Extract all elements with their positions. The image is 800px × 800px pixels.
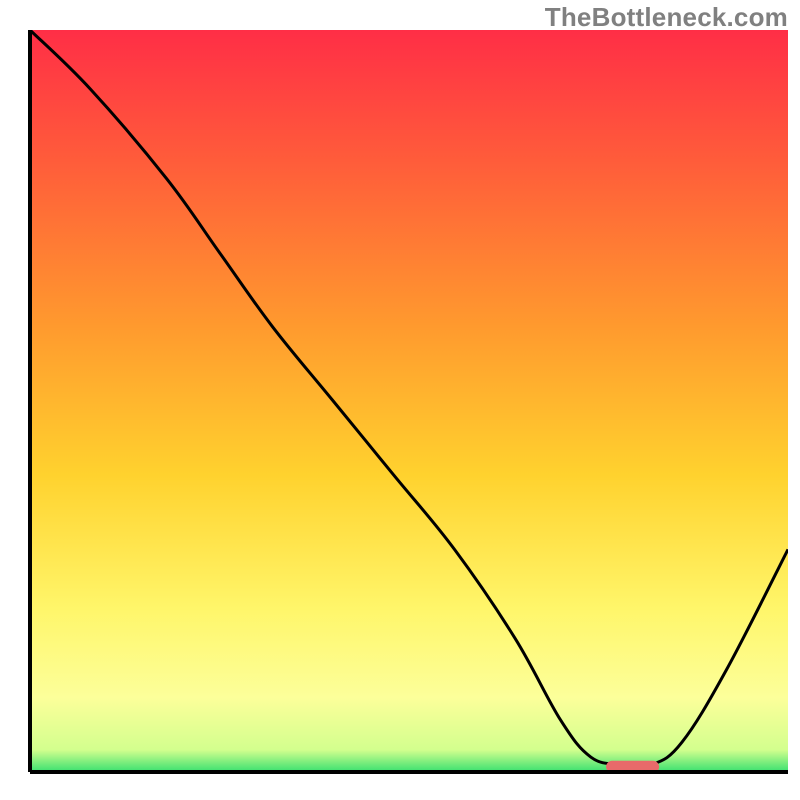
bottleneck-chart: TheBottleneck.com — [0, 0, 800, 800]
gradient-background — [30, 30, 788, 772]
watermark-label: TheBottleneck.com — [545, 2, 788, 33]
chart-svg — [12, 30, 788, 790]
